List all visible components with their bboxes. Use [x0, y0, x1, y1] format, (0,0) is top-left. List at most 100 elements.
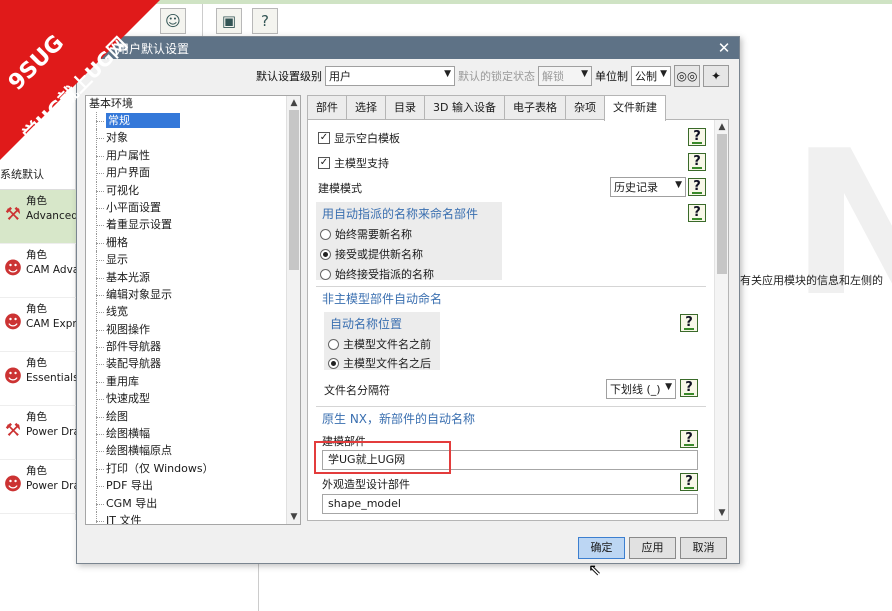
radio-before-master-name[interactable]: 主模型文件名之前 [328, 336, 431, 352]
tab-misc[interactable]: 杂项 [564, 95, 605, 119]
level-label: 默认设置级别 [256, 70, 322, 83]
help-icon[interactable]: ? [688, 153, 706, 171]
tree-item[interactable]: 绘图 [86, 407, 300, 426]
level-select[interactable]: 用户 ▼ [325, 66, 455, 86]
tab-selection[interactable]: 选择 [346, 95, 386, 119]
scroll-up-icon[interactable]: ▲ [287, 96, 300, 110]
tab-directory[interactable]: 目录 [385, 95, 425, 119]
role-person-icon: ☻ [3, 365, 23, 387]
find-default-button[interactable]: ◎◎ [674, 65, 700, 87]
tab-spreadsheet[interactable]: 电子表格 [503, 95, 566, 119]
tree-item[interactable]: 快速成型 [86, 390, 300, 409]
tree-item[interactable]: 绘图横幅 [86, 425, 300, 443]
scroll-down-icon[interactable]: ▼ [287, 510, 300, 524]
tree-item[interactable]: JT 文件 [86, 511, 300, 525]
tree-item[interactable]: PDF 导出 [86, 477, 300, 495]
tree-item[interactable]: 线宽 [86, 303, 300, 322]
tree-item-label: 打印（仅 Windows） [106, 461, 214, 475]
help-icon[interactable]: ? [688, 178, 706, 196]
tree-item[interactable]: 打印（仅 Windows） [86, 459, 300, 478]
manage-defaults-button[interactable]: ✦ [703, 65, 729, 87]
tree-item-label: 编辑对象显示 [106, 287, 172, 301]
tab-part[interactable]: 部件 [307, 95, 347, 119]
show-blank-template-checkbox[interactable]: ✓ 显示空白模板 [318, 130, 400, 146]
section-divider [316, 406, 706, 407]
unit-select[interactable]: 公制 ▼ [631, 66, 671, 86]
master-model-support-checkbox[interactable]: ✓ 主模型支持 [318, 155, 389, 171]
radio-after-master-name[interactable]: 主模型文件名之后 [328, 355, 431, 371]
tree-item[interactable]: 可视化 [86, 181, 300, 200]
radio-always-new-name[interactable]: 始终需要新名称 [320, 226, 412, 242]
role-item-power-drafting[interactable]: ⚒ 角色 Power Dra [0, 406, 76, 460]
tree-item[interactable]: 重用库 [86, 372, 300, 391]
tree-item-label: JT 文件 [106, 513, 142, 525]
role-item-power-drafting-2[interactable]: ☻ 角色 Power Dra [0, 460, 76, 514]
chevron-down-icon: ▼ [665, 382, 672, 392]
tree-item[interactable]: 部件导航器 [86, 338, 300, 356]
modeling-mode-label: 建模模式 [318, 182, 362, 195]
tree-item[interactable]: 栅格 [86, 233, 300, 252]
scroll-thumb[interactable] [717, 134, 727, 274]
tree-item-label: 绘图 [106, 409, 128, 423]
close-icon[interactable]: ✕ [715, 39, 733, 57]
radio-always-accept-name[interactable]: 始终接受指派的名称 [320, 266, 434, 282]
tree-scrollbar[interactable]: ▲ ▼ [286, 96, 300, 524]
help-icon[interactable]: ? [680, 379, 698, 397]
help-icon[interactable]: ? [680, 430, 698, 448]
tree-item[interactable]: 小平面设置 [86, 198, 300, 217]
tree-item-label: 线宽 [106, 305, 128, 319]
tree-item[interactable]: 用户界面 [86, 164, 300, 182]
modeling-mode-select[interactable]: 历史记录 ▼ [610, 177, 686, 197]
wand-icon: ✦ [710, 69, 722, 83]
auto-name-position-title: 自动名称位置 [330, 317, 403, 331]
radio-accept-or-provide-name[interactable]: 接受或提供新名称 [320, 246, 423, 262]
tree-item[interactable]: 装配导航器 [86, 355, 300, 374]
role-item-advanced[interactable]: ⚒ 角色 Advanced [0, 190, 76, 244]
help-icon[interactable]: ? [680, 473, 698, 491]
tab-bar: 部件 选择 目录 3D 输入设备 电子表格 杂项 文件新建 [307, 95, 666, 121]
tree-item[interactable]: CGM 导出 [86, 494, 300, 513]
scroll-thumb[interactable] [289, 110, 299, 270]
ok-button[interactable]: 确定 [578, 537, 625, 559]
apply-button[interactable]: 应用 [629, 537, 676, 559]
role-toolbox-icon: ⚒ [4, 419, 22, 441]
app-toolbar: ☺ ▣ ? [160, 8, 278, 38]
cancel-button[interactable]: 取消 [680, 537, 727, 559]
tree-item[interactable]: 编辑对象显示 [86, 285, 300, 304]
tree-item-label: 绘图横幅原点 [106, 444, 172, 458]
native-nx-title: 原生 NX，新部件的自动名称 [322, 412, 476, 426]
role-item-cam-express[interactable]: ☻ 角色CAM Expre [0, 298, 76, 352]
tree-item[interactable]: 显示 [86, 251, 300, 269]
tree-item-label: 部件导航器 [106, 340, 161, 354]
tree-item-label: 视图操作 [106, 322, 150, 336]
auto-name-group-title: 用自动指派的名称来命名部件 [322, 207, 479, 221]
styling-part-input[interactable]: shape_model [322, 494, 698, 514]
tree-item[interactable]: 着重显示设置 [86, 216, 300, 235]
help-icon[interactable]: ? [688, 204, 706, 222]
help-icon[interactable]: ? [252, 8, 278, 34]
role-toolbox-icon: ⚒ [4, 203, 22, 225]
tree-item-label: 着重显示设置 [106, 218, 172, 232]
separator-select[interactable]: 下划线 (_) ▼ [606, 379, 676, 399]
help-icon[interactable]: ? [688, 128, 706, 146]
tab-file-new[interactable]: 文件新建 [603, 95, 666, 121]
role-item-essentials[interactable]: ☻ 角色 Essentials [0, 352, 76, 406]
lock-label: 默认的锁定状态 [458, 70, 535, 83]
section-divider [316, 286, 706, 287]
scroll-down-icon[interactable]: ▼ [715, 506, 728, 520]
dialog-titlebar[interactable]: 用户默认设置 ✕ [77, 37, 739, 59]
window-icon[interactable]: ▣ [216, 8, 242, 34]
tree-item[interactable]: 绘图横幅原点 [86, 442, 300, 461]
scroll-up-icon[interactable]: ▲ [715, 120, 728, 134]
role-person-icon: ☻ [3, 473, 23, 495]
user-roles-icon[interactable]: ☺ [160, 8, 186, 34]
checkmark-icon: ✓ [318, 132, 330, 144]
tree-item[interactable]: 视图操作 [86, 320, 300, 339]
content-divider [258, 560, 259, 611]
help-icon[interactable]: ? [680, 314, 698, 332]
role-item-cam-advanced[interactable]: ☻ 角色 CAM Adva [0, 244, 76, 298]
tab-3d-input[interactable]: 3D 输入设备 [424, 95, 505, 119]
tree-item-label: 可视化 [106, 183, 139, 197]
tree-item[interactable]: 基本光源 [86, 268, 300, 287]
panel-scrollbar[interactable]: ▲ ▼ [714, 120, 728, 520]
